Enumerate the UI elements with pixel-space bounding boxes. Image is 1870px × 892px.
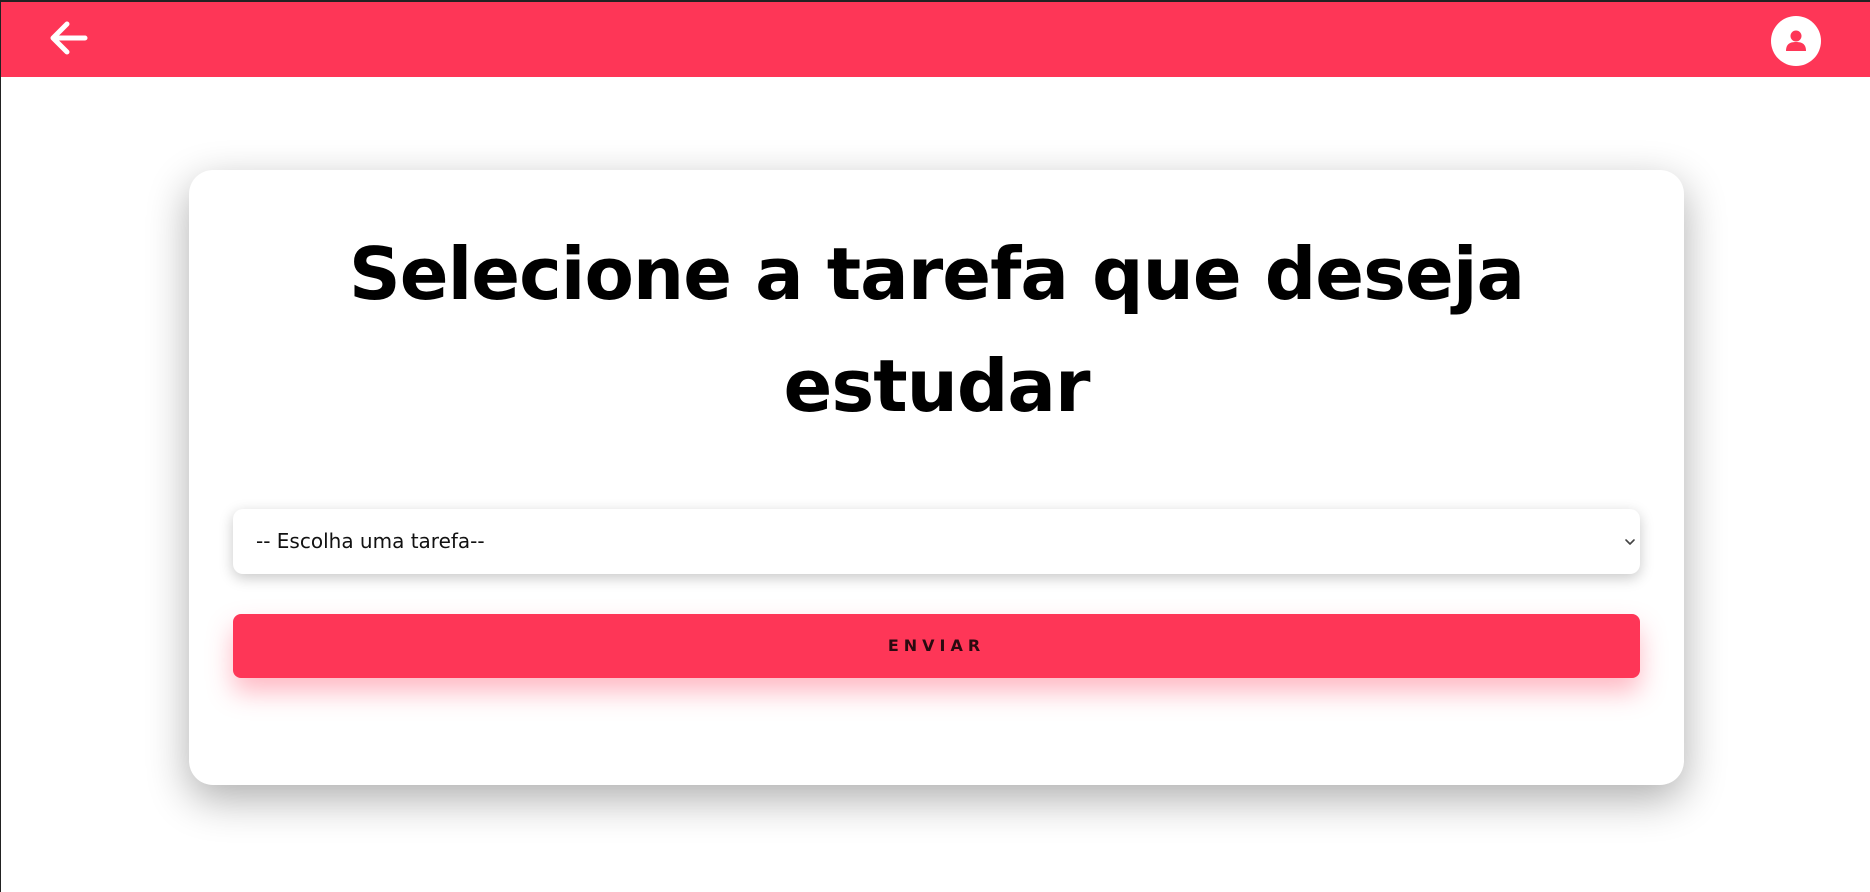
back-button[interactable] xyxy=(45,18,93,58)
top-bar xyxy=(1,0,1870,77)
submit-button[interactable]: ENVIAR xyxy=(233,614,1640,678)
task-select-value: -- Escolha uma tarefa-- xyxy=(256,529,485,553)
user-icon xyxy=(1786,30,1806,51)
task-select[interactable]: -- Escolha uma tarefa-- xyxy=(233,509,1640,574)
arrow-left-icon xyxy=(50,21,88,55)
profile-button[interactable] xyxy=(1771,16,1821,66)
task-card: Selecione a tarefa que deseja estudar --… xyxy=(189,170,1684,785)
page-title: Selecione a tarefa que deseja estudar xyxy=(348,232,1525,428)
chevron-down-icon xyxy=(1625,539,1635,545)
app-frame: Selecione a tarefa que deseja estudar --… xyxy=(0,0,1870,892)
